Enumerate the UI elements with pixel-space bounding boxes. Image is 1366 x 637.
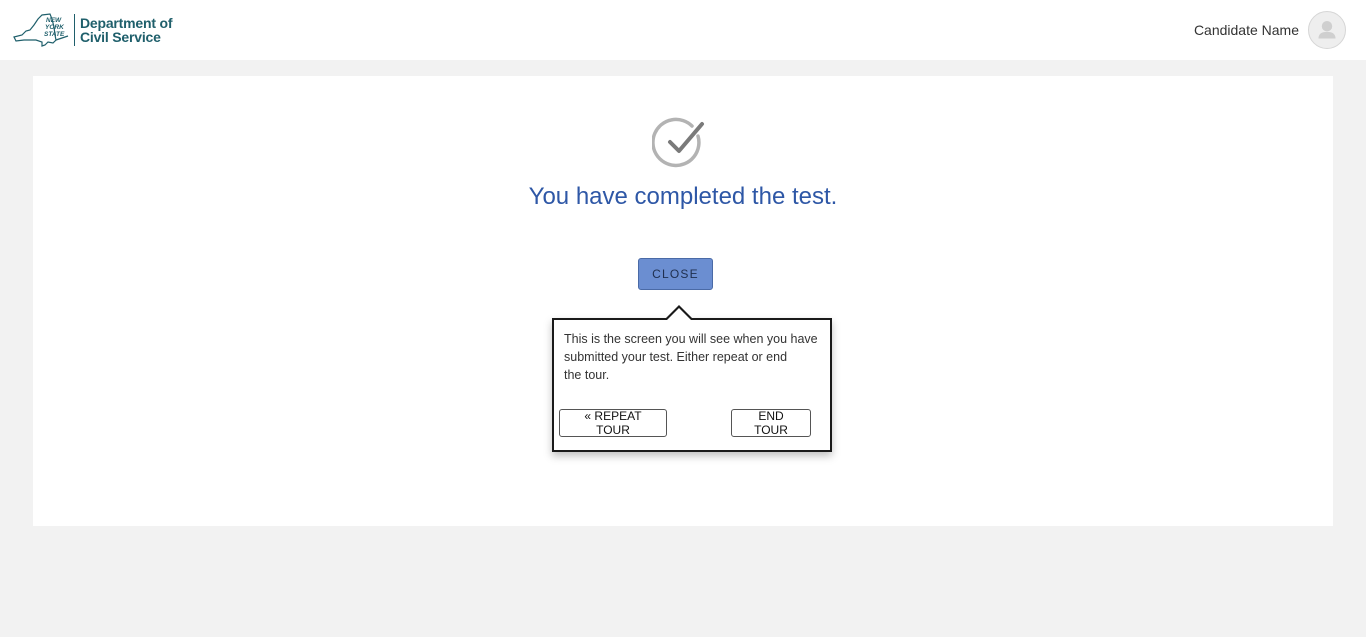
completion-title: You have completed the test. [528, 183, 838, 210]
tour-popover: This is the screen you will see when you… [552, 305, 832, 452]
completion-card: You have completed the test. CLOSE [33, 76, 1333, 526]
user-avatar-icon[interactable] [1308, 11, 1346, 49]
tour-message-line-3: the tour. [564, 368, 610, 382]
repeat-tour-button[interactable]: « REPEAT TOUR [559, 409, 667, 437]
logo-org-name: Department of Civil Service [80, 16, 172, 44]
check-circle-icon [652, 117, 704, 168]
new-york-state-map-icon: NEW YORK STATE [13, 13, 69, 47]
logo-state-line-1: NEW [46, 17, 62, 24]
logo-divider [74, 14, 75, 46]
logo-org-line-2: Civil Service [80, 29, 161, 45]
logo-state-line-3: STATE [44, 31, 65, 38]
nys-civil-service-logo[interactable]: NEW YORK STATE Department of Civil Servi… [12, 12, 172, 48]
close-button[interactable]: CLOSE [638, 258, 713, 290]
user-area: Candidate Name [1194, 11, 1346, 49]
logo-org-line-1: Department of [80, 15, 173, 31]
header-bar: NEW YORK STATE Department of Civil Servi… [0, 0, 1366, 60]
candidate-name: Candidate Name [1193, 22, 1299, 38]
logo-state-line-2: YORK [45, 24, 65, 31]
end-tour-button[interactable]: END TOUR [731, 409, 811, 437]
tour-arrow-fill [666, 308, 692, 321]
tour-message-line-1: This is the screen you will see when you… [564, 332, 818, 346]
person-icon [1318, 21, 1336, 39]
tour-message-line-2: submitted your test. Either repeat or en… [564, 350, 788, 364]
tour-message: This is the screen you will see when you… [564, 330, 826, 384]
